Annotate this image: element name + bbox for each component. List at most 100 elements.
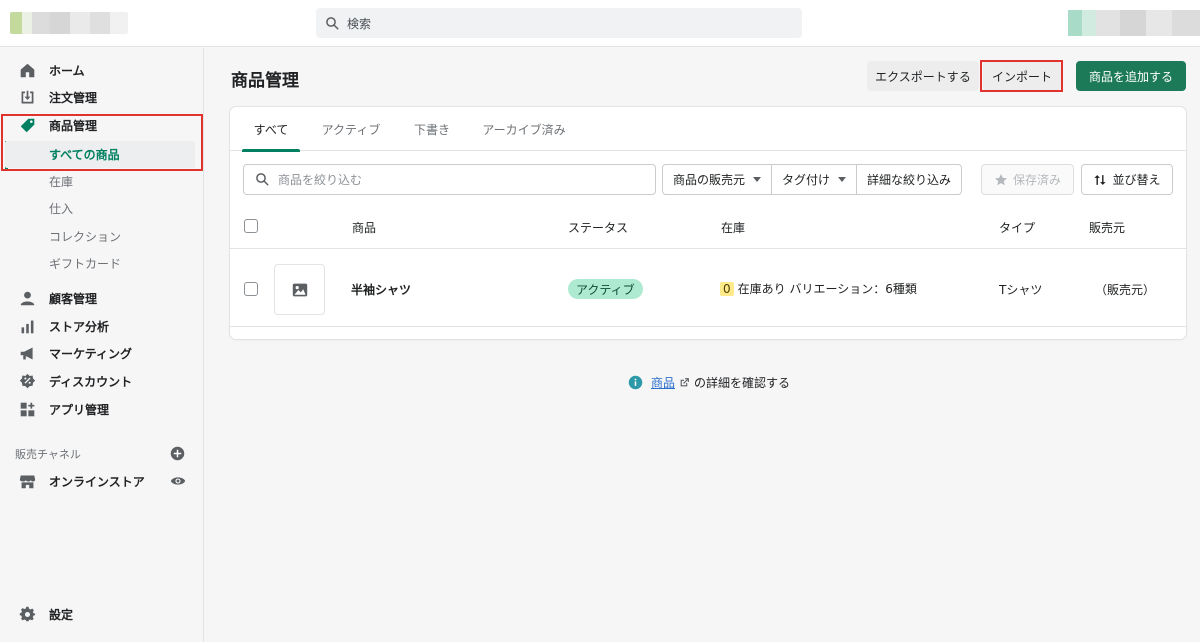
- caret-down-icon: [753, 177, 762, 182]
- top-bar: 検索: [0, 0, 1200, 47]
- sidebar-sub-label: 仕入: [49, 202, 74, 216]
- sort-button[interactable]: 並び替え: [1081, 164, 1173, 195]
- more-filters-label: 詳細な絞り込み: [867, 173, 952, 187]
- apps-grid-icon: [20, 402, 35, 417]
- saved-button[interactable]: 保存済み: [981, 164, 1074, 195]
- sidebar-item-settings[interactable]: 設定: [0, 601, 204, 628]
- vendor-filter-label: 商品の販売元: [673, 173, 746, 187]
- help-footer: 商品 の詳細を確認する: [628, 374, 790, 391]
- sidebar-sub-collections[interactable]: コレクション: [0, 223, 204, 250]
- sidebar-item-label: 商品管理: [49, 119, 98, 133]
- filter-button-group: 商品の販売元 タグ付け 詳細な絞り込み: [662, 164, 963, 195]
- add-channel-plus-icon[interactable]: [170, 446, 185, 461]
- add-product-button[interactable]: 商品を追加する: [1076, 61, 1186, 91]
- megaphone-icon: [20, 347, 33, 360]
- sidebar-item-label: 注文管理: [49, 91, 98, 105]
- inventory-cell: 0 在庫あり バリエーション：6種類: [720, 280, 917, 297]
- sidebar-item-label: オンラインストア: [49, 475, 145, 489]
- search-placeholder: 検索: [347, 16, 372, 31]
- products-card: すべて アクティブ 下書き アーカイブ済み 商品を絞り込む 商品の販売元 タグ付…: [230, 107, 1186, 339]
- bar-chart-icon: [21, 320, 34, 334]
- table-header: 商品 ステータス 在庫 タイプ 販売元: [230, 207, 1186, 249]
- column-header-status[interactable]: ステータス: [568, 219, 628, 236]
- tab-all[interactable]: すべて: [242, 107, 300, 152]
- column-header-product[interactable]: 商品: [352, 219, 376, 236]
- stock-text: 在庫あり バリエーション：6種類: [737, 282, 917, 296]
- import-button[interactable]: インポート: [983, 61, 1061, 91]
- storefront-icon: [19, 475, 36, 489]
- sidebar-sub-label: ギフトカード: [49, 257, 122, 271]
- help-text: の詳細を確認する: [694, 376, 791, 390]
- account-menu[interactable]: [1068, 10, 1200, 36]
- product-tabs: すべて アクティブ 下書き アーカイブ済み: [230, 107, 1186, 152]
- products-help-link[interactable]: 商品: [651, 374, 675, 391]
- info-icon: [628, 375, 643, 390]
- column-header-inventory[interactable]: 在庫: [721, 219, 745, 236]
- gear-icon: [19, 606, 36, 622]
- sidebar-sub-all-products[interactable]: すべての商品: [5, 141, 195, 168]
- sidebar-item-label: マーケティング: [49, 347, 133, 361]
- tab-draft[interactable]: 下書き: [402, 107, 462, 151]
- sidebar-item-label: アプリ管理: [49, 403, 110, 417]
- sidebar-item-label: 顧客管理: [49, 292, 98, 306]
- sidebar-item-customers[interactable]: 顧客管理: [0, 285, 204, 312]
- search-icon: [326, 16, 339, 29]
- external-link-icon: [680, 378, 689, 387]
- sidebar-sub-label: すべての商品: [49, 148, 120, 162]
- sidebar-sub-label: コレクション: [49, 230, 122, 244]
- tab-active[interactable]: アクティブ: [310, 107, 392, 151]
- sidebar-item-label: ストア分析: [49, 320, 110, 334]
- sidebar-sub-label: 在庫: [49, 175, 74, 189]
- sidebar-item-products[interactable]: 商品管理: [0, 112, 204, 139]
- column-header-vendor[interactable]: 販売元: [1089, 219, 1125, 236]
- table-row[interactable]: 半袖シャツ アクティブ 0 在庫あり バリエーション：6種類 Tシャツ （販売元…: [230, 250, 1186, 327]
- store-logo[interactable]: [10, 12, 128, 34]
- select-all-checkbox[interactable]: [244, 219, 258, 233]
- sort-arrows-icon: [1094, 174, 1107, 185]
- export-button[interactable]: エクスポートする: [867, 61, 979, 91]
- sidebar-item-apps[interactable]: アプリ管理: [0, 396, 204, 423]
- row-checkbox[interactable]: [244, 282, 258, 296]
- product-type: Tシャツ: [999, 283, 1043, 297]
- tag-icon: [20, 118, 35, 133]
- sidebar-sub-transfers[interactable]: 仕入: [0, 195, 204, 222]
- sidebar-item-home[interactable]: ホーム: [0, 57, 204, 84]
- star-icon: [995, 173, 1007, 185]
- image-placeholder-icon: [292, 283, 307, 296]
- product-name-link[interactable]: 半袖シャツ: [351, 281, 411, 298]
- column-header-type[interactable]: タイプ: [999, 219, 1035, 236]
- search-icon: [256, 173, 269, 186]
- sidebar-item-marketing[interactable]: マーケティング: [0, 340, 204, 367]
- home-icon: [20, 63, 35, 78]
- sidebar-sub-gift-cards[interactable]: ギフトカード: [0, 250, 204, 277]
- tagged-filter-label: タグ付け: [782, 173, 831, 187]
- sidebar-item-discounts[interactable]: ディスカウント: [0, 368, 204, 395]
- sidebar-item-label: ディスカウント: [49, 375, 133, 389]
- saved-label: 保存済み: [1012, 173, 1061, 187]
- more-filters-button[interactable]: 詳細な絞り込み: [857, 165, 961, 194]
- tab-archived[interactable]: アーカイブ済み: [472, 107, 576, 151]
- global-search[interactable]: 検索: [316, 8, 802, 38]
- sidebar-item-label: ホーム: [49, 64, 85, 78]
- eye-icon[interactable]: [170, 474, 186, 488]
- sidebar: ホーム 注文管理 商品管理 すべての商品 在庫 仕入 コレクション ギフトカード…: [0, 48, 204, 642]
- product-thumbnail[interactable]: [274, 264, 325, 315]
- vendor-filter-button[interactable]: 商品の販売元: [663, 165, 773, 194]
- sidebar-item-label: 設定: [49, 608, 74, 622]
- inbox-download-icon: [21, 90, 34, 104]
- discount-badge-icon: [19, 373, 36, 389]
- person-icon: [20, 291, 35, 306]
- product-filter-input[interactable]: 商品を絞り込む: [243, 164, 656, 195]
- sidebar-sub-inventory[interactable]: 在庫: [0, 168, 204, 195]
- sales-channels-heading: 販売チャネル: [15, 448, 81, 461]
- stock-count: 0: [720, 281, 734, 296]
- sort-label: 並び替え: [1112, 173, 1161, 187]
- filter-placeholder: 商品を絞り込む: [278, 173, 363, 187]
- sidebar-item-analytics[interactable]: ストア分析: [0, 313, 204, 340]
- status-badge: アクティブ: [568, 279, 643, 299]
- product-vendor: （販売元）: [1095, 283, 1156, 297]
- sidebar-item-orders[interactable]: 注文管理: [0, 84, 204, 111]
- tagged-filter-button[interactable]: タグ付け: [772, 165, 858, 194]
- page-title: 商品管理: [231, 71, 299, 91]
- caret-down-icon: [838, 177, 847, 182]
